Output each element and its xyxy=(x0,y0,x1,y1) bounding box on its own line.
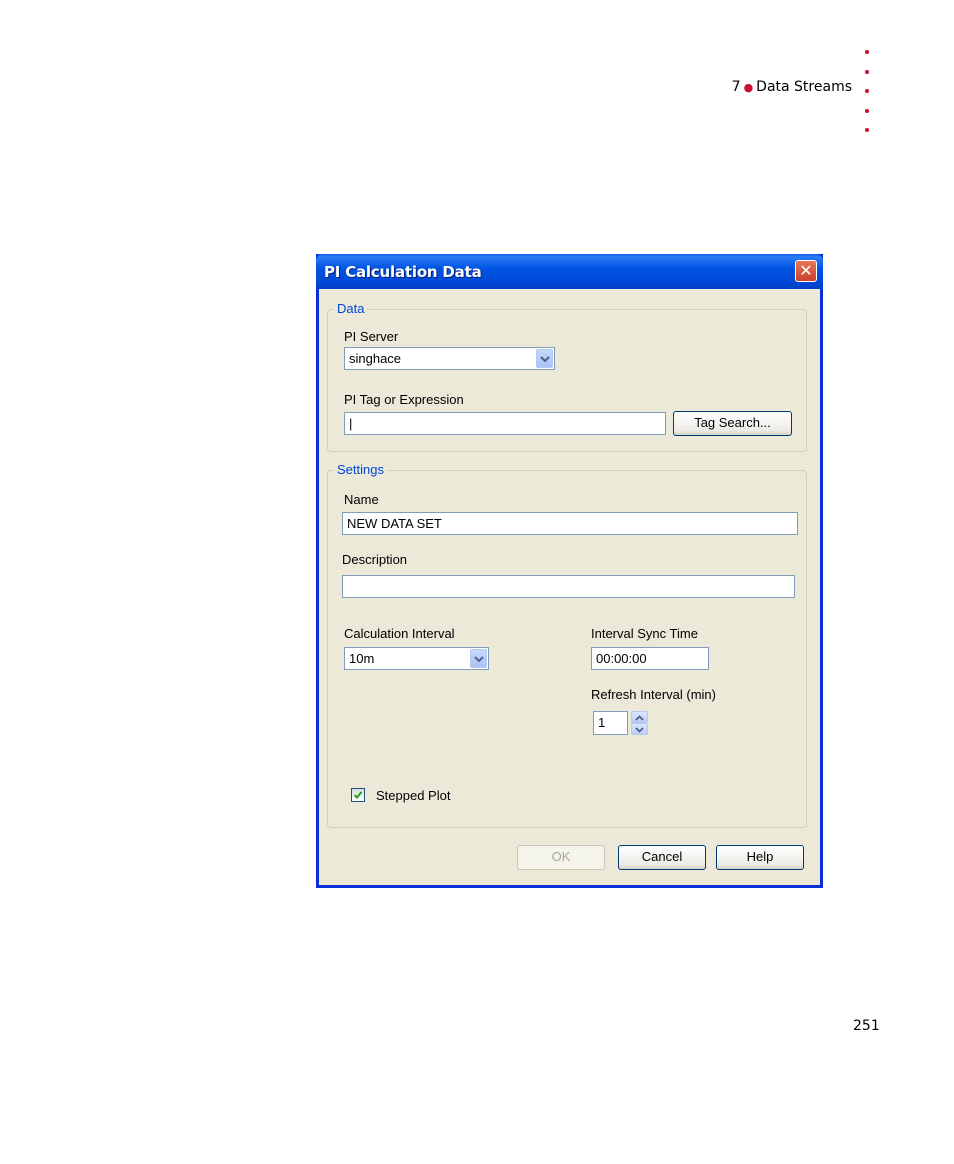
sync-time-label: Interval Sync Time xyxy=(591,626,698,641)
dot-icon xyxy=(865,50,869,54)
name-input[interactable]: NEW DATA SET xyxy=(342,512,798,535)
cancel-button[interactable]: Cancel xyxy=(618,845,706,870)
close-icon: ✕ xyxy=(799,261,813,280)
dot-icon xyxy=(865,128,869,132)
dot-icon xyxy=(865,89,869,93)
data-group-legend: Data xyxy=(334,301,368,316)
close-button[interactable]: ✕ xyxy=(795,260,817,282)
refresh-interval-label: Refresh Interval (min) xyxy=(591,687,716,702)
stepped-plot-checkbox[interactable] xyxy=(351,788,365,802)
calc-interval-label: Calculation Interval xyxy=(344,626,455,641)
checkmark-icon xyxy=(353,791,363,799)
chevron-up-icon xyxy=(635,715,644,721)
ok-button[interactable]: OK xyxy=(517,845,605,870)
dot-icon xyxy=(865,108,869,113)
title-bar[interactable]: PI Calculation Data ✕ xyxy=(316,254,823,289)
name-label: Name xyxy=(344,492,379,507)
description-input[interactable] xyxy=(342,575,795,598)
pi-server-select[interactable]: singhace xyxy=(344,347,555,370)
spin-up-button[interactable] xyxy=(631,711,648,723)
tag-search-button[interactable]: Tag Search... xyxy=(673,411,792,436)
calc-interval-value: 10m xyxy=(349,651,375,666)
stepped-plot-label[interactable]: Stepped Plot xyxy=(376,788,450,803)
spin-down-button[interactable] xyxy=(631,723,648,735)
sync-time-input[interactable]: 00:00:00 xyxy=(591,647,709,670)
running-header: 7 ● Data Streams xyxy=(732,79,852,95)
dot-icon xyxy=(865,69,869,74)
chevron-down-icon[interactable] xyxy=(536,349,553,368)
chapter-number: 7 xyxy=(731,79,741,95)
tag-label: PI Tag or Expression xyxy=(344,392,464,407)
chevron-down-icon[interactable] xyxy=(470,649,487,668)
chapter-title: Data Streams xyxy=(756,79,852,95)
settings-group-legend: Settings xyxy=(334,462,387,477)
pi-server-label: PI Server xyxy=(344,329,399,344)
chevron-down-icon xyxy=(635,727,644,733)
tag-expression-input[interactable]: | xyxy=(344,412,666,435)
pi-server-value: singhace xyxy=(349,351,402,366)
page-number: 251 xyxy=(853,1018,880,1034)
help-button[interactable]: Help xyxy=(716,845,804,870)
dialog-title: PI Calculation Data xyxy=(324,263,482,281)
bullet-icon: ● xyxy=(743,81,754,94)
refresh-interval-stepper: 1 xyxy=(593,711,648,735)
margin-dots xyxy=(865,50,873,148)
description-label: Description xyxy=(342,552,408,567)
calc-interval-select[interactable]: 10m xyxy=(344,647,489,670)
refresh-interval-input[interactable]: 1 xyxy=(593,711,628,735)
pi-calculation-dialog: PI Calculation Data ✕ Data PI Server sin… xyxy=(316,254,823,888)
